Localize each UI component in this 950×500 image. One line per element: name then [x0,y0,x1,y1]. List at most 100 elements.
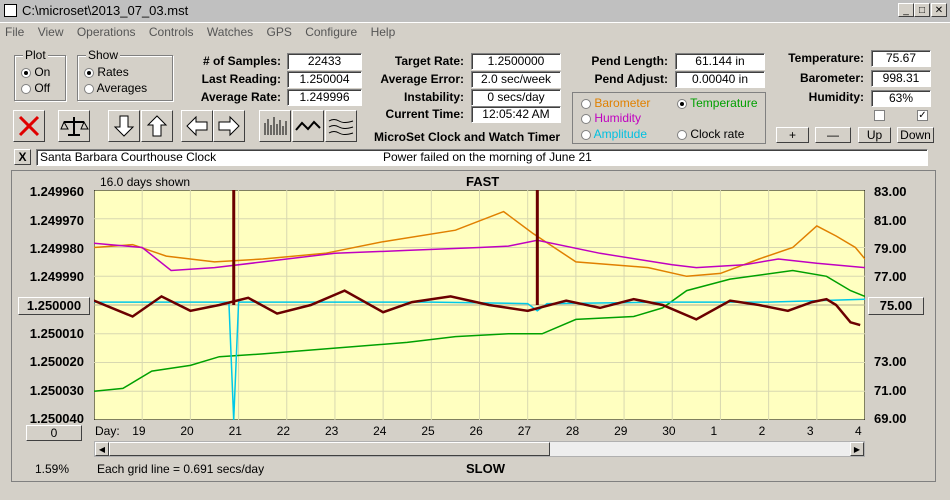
close-window-button[interactable]: ✕ [931,3,947,17]
aux-amplitude-label: Amplitude [593,127,648,141]
bars-icon [264,117,287,135]
minimize-button[interactable]: _ [898,3,914,17]
aux-amplitude-option[interactable]: Amplitude [581,127,647,141]
scroll-value-box[interactable]: 0 [26,425,82,441]
y-left-tick: 1.249970 [29,213,84,228]
menu-bar: File View Operations Controls Watches GP… [0,23,950,42]
menu-help[interactable]: Help [366,23,401,41]
plus-button[interactable]: + [776,127,809,143]
multi-line-view-button[interactable] [325,110,357,142]
plot-off-option[interactable]: Off [21,81,50,95]
radio-icon[interactable] [677,98,687,109]
horizontal-scrollbar[interactable]: ◀ ▶ [94,441,865,457]
menu-gps[interactable]: GPS [262,23,297,41]
minus-button[interactable]: — [815,127,851,143]
bars-view-button[interactable] [259,110,291,142]
y-left-tick: 1.249990 [29,269,84,284]
x-tick-label: 25 [421,424,435,438]
aux-humidity-label: Humidity [594,111,642,125]
x-tick-label: 20 [180,424,194,438]
left-value-box[interactable]: 1.250000 [18,297,90,315]
arrow-down-icon [113,115,135,137]
clock-info-field[interactable]: Santa Barbara Courthouse Clock Power fai… [36,149,928,166]
fast-label: FAST [466,174,500,189]
aux-barometer-option[interactable]: Barometer [581,96,650,110]
radio-icon[interactable] [21,83,31,94]
menu-file[interactable]: File [0,23,29,41]
wave-icon [295,120,321,131]
radio-icon[interactable] [581,98,591,109]
y-left-tick: 1.249980 [29,241,84,256]
scroll-left-arrow-icon[interactable]: ◀ [95,442,109,456]
arrow-right-button[interactable] [213,110,245,142]
days-shown-label: 16.0 days shown [100,175,191,189]
x-tick-label: 27 [517,424,532,438]
pend-length-field: 61.144 in [675,53,765,70]
menu-controls[interactable]: Controls [144,23,199,41]
show-averages-option[interactable]: Averages [84,81,147,95]
up-button[interactable]: Up [858,127,891,143]
scale-icon [60,117,89,136]
humidity-field: 63% [871,90,931,107]
scroll-right-arrow-icon[interactable]: ▶ [850,442,864,456]
show-rates-option[interactable]: Rates [84,65,129,79]
target-rate-field: 1.2500000 [471,53,561,70]
balance-button[interactable] [58,110,90,142]
close-clock-button[interactable]: X [14,149,31,165]
show-group-title: Show [86,48,121,62]
temperature-label: Temperature: [788,51,864,65]
aux-temperature-label: Temperature [690,96,758,110]
current-time-label: Current Time: [385,107,464,121]
pend-length-label: Pend Length: [591,54,668,68]
plot-off-label: Off [34,81,51,95]
radio-icon[interactable] [581,113,591,124]
stop-button[interactable] [13,110,45,142]
app-caption: MicroSet Clock and Watch Timer [374,130,561,144]
right-value-box[interactable]: 75.00 [868,297,924,315]
clock-name: Santa Barbara Courthouse Clock [40,150,217,164]
show-group: Show Rates Averages [77,48,173,101]
aux-barometer-label: Barometer [594,96,651,110]
percent-label: 1.59% [35,462,70,476]
chart-plot-area[interactable] [94,190,865,420]
aux-temperature-option[interactable]: Temperature [677,96,758,110]
down-button[interactable]: Down [897,127,934,143]
x-tick-label: 2 [758,424,766,438]
samples-label: # of Samples: [202,54,281,68]
checkbox-left[interactable] [874,110,885,121]
temperature-field: 75.67 [871,50,931,67]
menu-configure[interactable]: Configure [300,23,362,41]
radio-icon[interactable] [581,129,591,140]
menu-view[interactable]: View [33,23,69,41]
arrow-up-button[interactable] [141,110,173,142]
clock-note: Power failed on the morning of June 21 [383,150,592,164]
window-title: C:\microset\2013_07_03.mst [22,3,189,18]
radio-icon[interactable] [21,67,31,78]
menu-watches[interactable]: Watches [202,23,258,41]
scroll-thumb[interactable] [109,442,550,456]
radio-icon[interactable] [84,67,94,78]
line-view-button[interactable] [292,110,324,142]
y-right-tick: 73.00 [874,354,907,369]
y-left-tick: 1.250010 [29,326,84,341]
arrow-down-button[interactable] [108,110,140,142]
menu-operations[interactable]: Operations [72,23,141,41]
maximize-button[interactable]: □ [914,3,930,17]
plot-on-label: On [34,65,51,79]
instability-field: 0 secs/day [471,89,561,106]
arrow-left-button[interactable] [181,110,213,142]
average-rate-field: 1.249996 [287,89,362,106]
aux-humidity-option[interactable]: Humidity [581,111,641,125]
radio-icon[interactable] [84,83,94,94]
checkbox-right[interactable]: ✓ [917,110,928,121]
average-rate-label: Average Rate: [200,90,281,104]
aux-options-box: Barometer Temperature Humidity Amplitude… [572,92,766,144]
average-error-label: Average Error: [380,72,464,86]
arrow-left-icon [186,115,208,137]
aux-clock-rate-option[interactable]: Clock rate [677,127,744,141]
plot-on-option[interactable]: On [21,65,50,79]
x-tick-label: 1 [710,424,718,438]
radio-icon[interactable] [677,129,687,140]
x-tick-label: 3 [806,424,814,438]
slow-label: SLOW [466,461,505,476]
